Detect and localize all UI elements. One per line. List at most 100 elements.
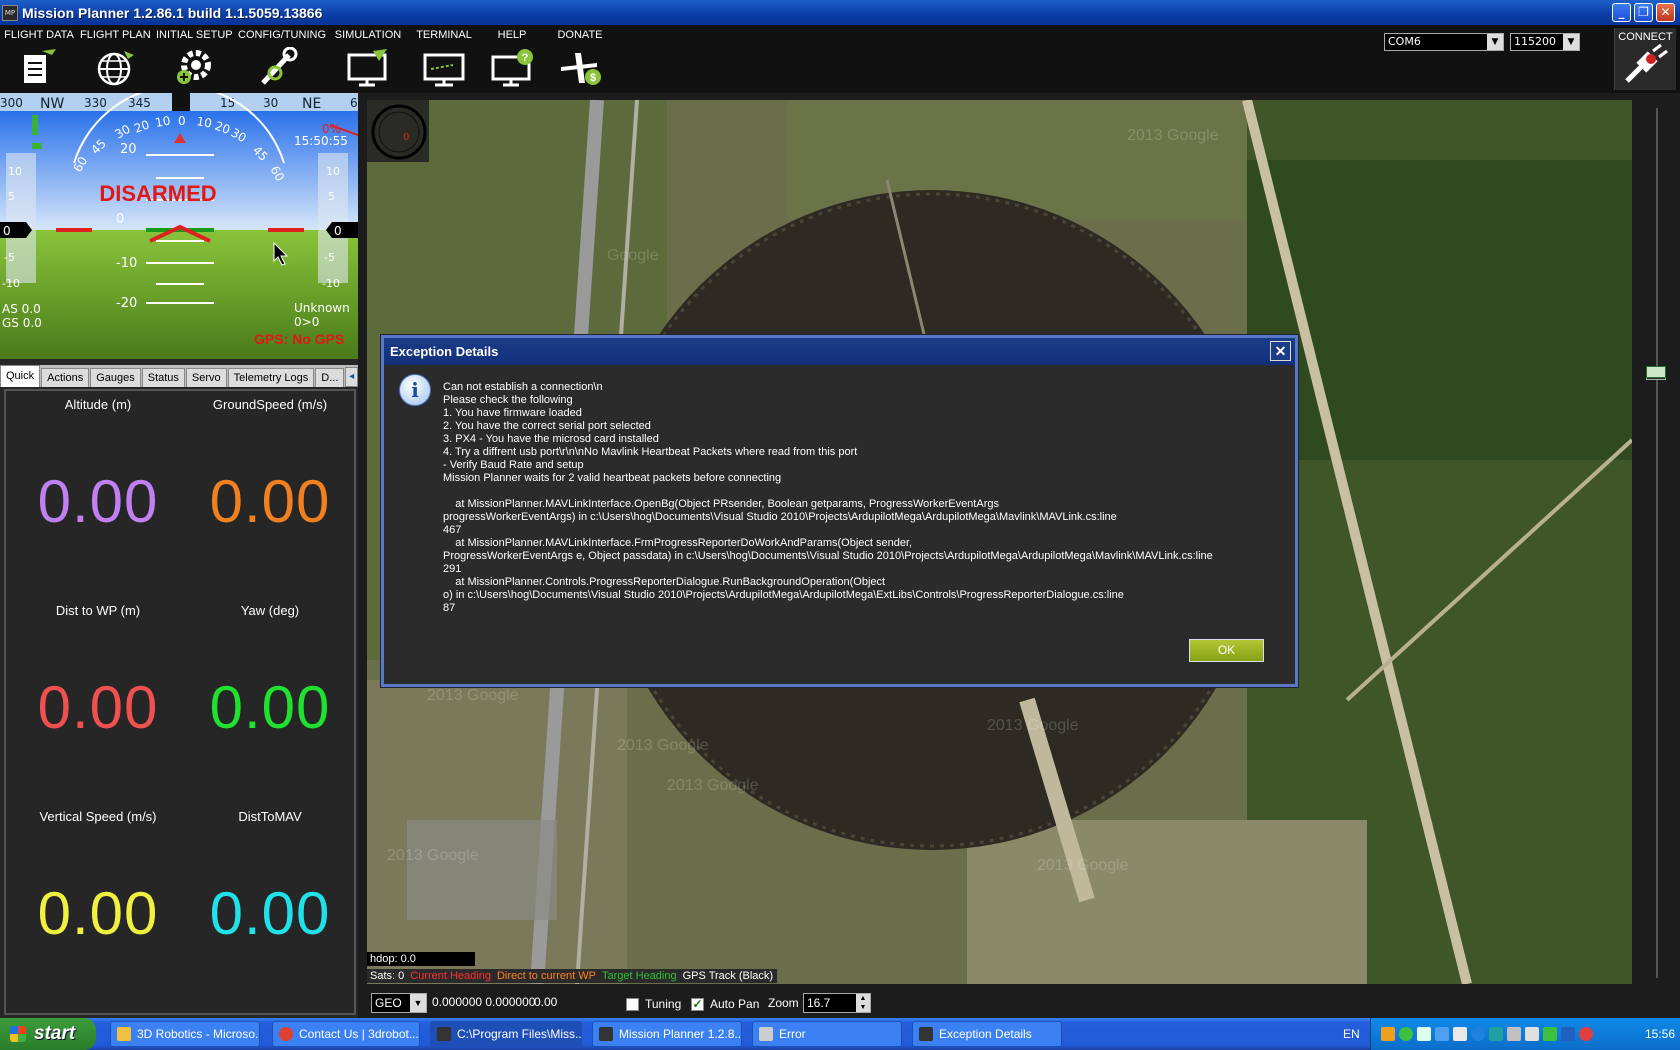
port-select[interactable]: COM6 ▼ xyxy=(1384,33,1504,51)
alt-readout: 0.00 xyxy=(534,995,558,1009)
map-watermark: 2013 Google xyxy=(1127,127,1219,144)
baud-select[interactable]: 115200 ▼ xyxy=(1510,33,1580,51)
close-button[interactable]: ✕ xyxy=(1656,3,1675,22)
menu-donate[interactable]: DONATE $ xyxy=(552,29,608,87)
autopan-checkbox[interactable]: ✓ xyxy=(691,998,704,1011)
zoom-slider-thumb[interactable] xyxy=(1646,366,1666,378)
legend-direct-to-wp: Direct to current WP xyxy=(496,970,596,982)
groundspeed: GS 0.0 xyxy=(2,316,42,330)
maximize-button[interactable]: ❐ xyxy=(1634,3,1653,22)
quick-value: 0.00 xyxy=(209,880,331,947)
menu-label: SIMULATION xyxy=(334,29,402,41)
heading-value: 0 xyxy=(403,132,409,143)
chevron-down-icon[interactable]: ▼ xyxy=(1487,34,1503,50)
task-exception-details[interactable]: Exception Details xyxy=(912,1021,1062,1047)
tuning-checkbox[interactable] xyxy=(626,998,639,1011)
menu-terminal[interactable]: TERMINAL xyxy=(412,29,476,87)
app-icon: MP xyxy=(2,4,18,21)
heading-tick: NE xyxy=(302,96,321,112)
map-watermark: 2013 Google xyxy=(1037,857,1129,874)
heading-tick: 345 xyxy=(128,96,151,110)
plug-icon xyxy=(1624,43,1668,83)
heading-tick: 300 xyxy=(0,96,23,110)
menu-flight-plan[interactable]: FLIGHT PLAN xyxy=(80,29,151,87)
menu-label: INITIAL SETUP xyxy=(156,29,233,41)
heading-tick: 330 xyxy=(84,96,107,110)
minimize-button[interactable]: _ xyxy=(1612,3,1631,22)
chevron-down-icon[interactable]: ▼ xyxy=(410,994,426,1012)
dialog-title-bar: Exception Details ✕ xyxy=(384,338,1295,365)
connect-label: CONNECT xyxy=(1618,31,1673,43)
mission-planner-icon xyxy=(437,1027,451,1041)
task-label: Exception Details xyxy=(939,1027,1032,1041)
language-indicator[interactable]: EN xyxy=(1343,1027,1360,1041)
menu-label: FLIGHT PLAN xyxy=(80,29,151,41)
menu-label: FLIGHT DATA xyxy=(4,29,74,41)
taskbar: start 3D Robotics - Microso... Contact U… xyxy=(0,1018,1680,1050)
clock[interactable]: 15:56 xyxy=(1645,1027,1675,1041)
autopan-label: Auto Pan xyxy=(710,997,760,1011)
ok-button[interactable]: OK xyxy=(1189,639,1264,662)
title-bar: MP Mission Planner 1.2.86.1 build 1.1.50… xyxy=(0,0,1680,25)
exception-dialog: Exception Details ✕ i Can not establish … xyxy=(381,335,1298,687)
waypoint-info: 0>0 xyxy=(294,315,319,329)
tuning-label: Tuning xyxy=(645,997,682,1011)
tab-quick[interactable]: Quick xyxy=(0,365,41,387)
menu-label: TERMINAL xyxy=(416,29,472,41)
task-3d-robotics[interactable]: 3D Robotics - Microso... xyxy=(110,1021,260,1047)
menu-label: DONATE xyxy=(557,29,603,41)
zoom-stepper[interactable]: ▲ ▼ xyxy=(856,994,870,1012)
tab-status[interactable]: Status xyxy=(141,368,185,387)
dialog-title: Exception Details xyxy=(390,344,499,359)
quick-view: Altitude (m) 0.00 GroundSpeed (m/s) 0.00… xyxy=(4,389,356,1015)
pitch-label: 20 xyxy=(120,142,137,157)
quick-label: Altitude (m) xyxy=(64,397,132,412)
map-watermark: 2013 Google xyxy=(427,687,519,704)
globe-icon xyxy=(92,47,138,87)
tab-scroll-buttons[interactable]: ◂ ▸ xyxy=(345,367,358,400)
zoom-input[interactable]: 16.7 ▲ ▼ xyxy=(803,993,871,1013)
task-mission-planner[interactable]: Mission Planner 1.2.8... xyxy=(592,1021,742,1047)
tab-gauges[interactable]: Gauges xyxy=(90,368,141,387)
coord-system-select[interactable]: GEO ▼ xyxy=(371,993,427,1013)
help-icon: ? xyxy=(489,47,535,87)
pitch-label: -20 xyxy=(116,296,137,311)
chrome-icon xyxy=(279,1027,293,1041)
legend-target-heading: Target Heading xyxy=(602,970,677,982)
dialog-close-button[interactable]: ✕ xyxy=(1270,341,1291,361)
armed-status: DISARMED xyxy=(99,181,216,206)
quick-value: 0.00 xyxy=(37,880,159,947)
simulation-icon xyxy=(345,47,391,87)
task-error[interactable]: Error xyxy=(752,1021,902,1047)
menu-simulation[interactable]: SIMULATION xyxy=(334,29,402,87)
port-value: COM6 xyxy=(1388,35,1421,48)
flight-data-panel: 300 NW 330 345 0 15 30 NE 6 60 45 30 20 … xyxy=(0,93,358,1018)
tab-servo[interactable]: Servo xyxy=(185,368,227,387)
quick-value: 0.00 xyxy=(209,468,331,535)
menu-flight-data[interactable]: FLIGHT DATA xyxy=(4,29,74,87)
speed-tick: -10 xyxy=(2,277,20,290)
speed-value: 0 xyxy=(3,224,11,238)
tab-dataflash[interactable]: D... xyxy=(315,368,345,387)
mission-planner-icon xyxy=(919,1027,933,1041)
quick-label: GroundSpeed (m/s) xyxy=(212,397,328,412)
zoom-slider[interactable] xyxy=(1634,100,1680,984)
tray-icons[interactable] xyxy=(1381,1027,1593,1041)
connect-button[interactable]: CONNECT xyxy=(1614,28,1676,90)
tab-telemetry-logs[interactable]: Telemetry Logs xyxy=(227,368,315,387)
map-watermark: 2013 Google xyxy=(387,847,479,864)
map-watermark: 2013 Google xyxy=(987,717,1079,734)
start-button[interactable]: start xyxy=(0,1018,96,1050)
legend-current-heading: Current Heading xyxy=(410,970,491,982)
task-program-files[interactable]: C:\Program Files\Miss... xyxy=(430,1021,582,1047)
tab-actions[interactable]: Actions xyxy=(41,368,90,387)
task-contact-us[interactable]: Contact Us | 3drobot... xyxy=(272,1021,420,1047)
chevron-down-icon[interactable]: ▼ xyxy=(1563,34,1579,50)
menu-help[interactable]: HELP ? xyxy=(486,29,538,87)
gear-icon xyxy=(170,47,216,87)
speed-tick: -5 xyxy=(4,251,15,264)
menu-config-tuning[interactable]: CONFIG/TUNING xyxy=(238,29,326,87)
quick-value: 0.00 xyxy=(209,674,331,741)
task-label: C:\Program Files\Miss... xyxy=(457,1027,582,1041)
menu-initial-setup[interactable]: INITIAL SETUP xyxy=(156,29,233,87)
